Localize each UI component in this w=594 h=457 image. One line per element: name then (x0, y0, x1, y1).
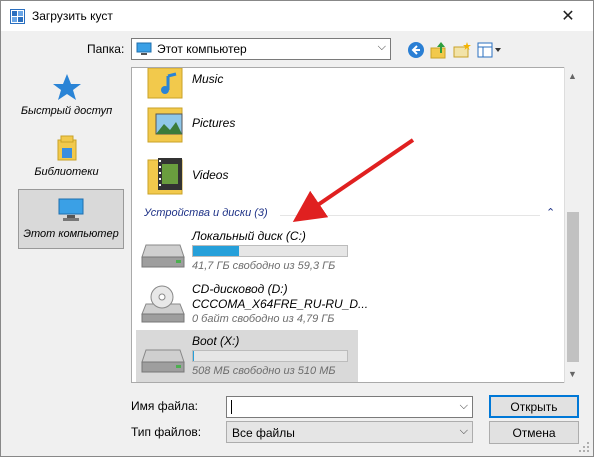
vertical-scrollbar[interactable]: ▲ ▼ (564, 67, 580, 383)
registry-icon (10, 9, 25, 24)
place-libraries[interactable]: Библиотеки (9, 134, 124, 188)
hard-drive-icon (141, 349, 185, 373)
place-label: Библиотеки (34, 166, 99, 178)
new-folder-button[interactable] (451, 39, 473, 61)
filetype-value: Все файлы (232, 426, 295, 440)
up-folder-icon (430, 42, 446, 59)
place-label: Этот компьютер (23, 228, 119, 240)
computer-small-icon (136, 42, 152, 55)
chevron-down-icon[interactable]: ⌵ (460, 400, 468, 413)
hard-drive-icon (141, 244, 185, 268)
videos-folder-icon (147, 158, 183, 195)
drive-usage-bar (192, 350, 348, 362)
scrollbar-thumb[interactable] (567, 212, 579, 362)
drive-free-space: 0 байт свободно из 4,79 ГБ (192, 313, 335, 325)
filetype-label: Тип файлов: (131, 425, 202, 439)
filename-label: Имя файла: (131, 399, 198, 413)
folder-label: Папка: (87, 42, 125, 56)
place-label: Быстрый доступ (20, 105, 113, 117)
view-menu-icon (477, 42, 501, 58)
back-button[interactable] (405, 39, 427, 61)
drive-item-c[interactable]: Локальный диск (C:) 41,7 ГБ свободно из … (136, 225, 358, 277)
drive-item-x[interactable]: Boot (X:) 508 МБ свободно из 510 МБ (136, 330, 358, 382)
cancel-button[interactable]: Отмена (489, 421, 579, 444)
computer-icon (58, 198, 84, 221)
file-list[interactable]: Music Pictures Videos Устройства и диски… (131, 67, 579, 383)
folder-combo-value: Этот компьютер (157, 42, 247, 56)
drive-label: CCCOMA_X64FRE_RU-RU_D... (192, 297, 369, 311)
view-menu-button[interactable] (476, 39, 504, 61)
drive-item-d[interactable]: CD-дисковод (D:) CCCOMA_X64FRE_RU-RU_D..… (136, 278, 368, 330)
window-title: Загрузить куст (32, 9, 113, 23)
filetype-select[interactable]: Все файлы ⌵ (226, 421, 473, 443)
title-bar: Загрузить куст ✕ (1, 1, 593, 31)
close-button[interactable]: ✕ (546, 3, 590, 29)
text-cursor (231, 400, 232, 414)
drive-free-space: 508 МБ свободно из 510 МБ (192, 365, 336, 377)
place-this-pc[interactable]: Этот компьютер (18, 189, 124, 249)
group-header[interactable]: Устройства и диски (3) (144, 207, 268, 219)
drive-name: Boot (X:) (192, 334, 240, 348)
pictures-folder-icon (147, 107, 183, 143)
music-folder-icon (147, 68, 183, 99)
cd-drive-icon (141, 285, 185, 323)
new-folder-icon (453, 42, 471, 58)
folder-name: Pictures (192, 116, 236, 130)
close-icon: ✕ (561, 8, 575, 25)
place-quick-access[interactable]: Быстрый доступ (9, 73, 124, 127)
scroll-down-icon[interactable]: ▼ (568, 369, 577, 379)
chevron-down-icon: ⌵ (459, 425, 468, 437)
chevron-down-icon: ⌵ (377, 41, 386, 53)
up-folder-button[interactable] (428, 39, 450, 61)
drive-usage-fill (193, 246, 240, 256)
resize-grip-icon[interactable] (578, 441, 590, 453)
folder-name: Videos (192, 168, 229, 182)
drive-usage-bar (192, 245, 348, 257)
back-icon (408, 42, 424, 58)
open-button[interactable]: Открыть (489, 395, 579, 418)
star-icon (52, 74, 81, 100)
group-divider (280, 215, 540, 216)
collapse-icon[interactable]: ⌃ (546, 206, 555, 219)
drive-name: Локальный диск (C:) (192, 229, 306, 243)
dialog-window: Загрузить куст ✕ Папка: Этот компьютер ⌵ (0, 0, 594, 457)
drive-name: CD-дисковод (D:) (192, 282, 288, 296)
drive-usage-fill (193, 351, 194, 361)
scroll-up-icon[interactable]: ▲ (568, 71, 577, 81)
filename-input[interactable]: ⌵ (226, 396, 473, 418)
libraries-icon (57, 135, 76, 161)
drive-free-space: 41,7 ГБ свободно из 59,3 ГБ (192, 260, 336, 272)
folder-name: Music (192, 72, 224, 86)
folder-combo[interactable]: Этот компьютер ⌵ (131, 38, 391, 60)
